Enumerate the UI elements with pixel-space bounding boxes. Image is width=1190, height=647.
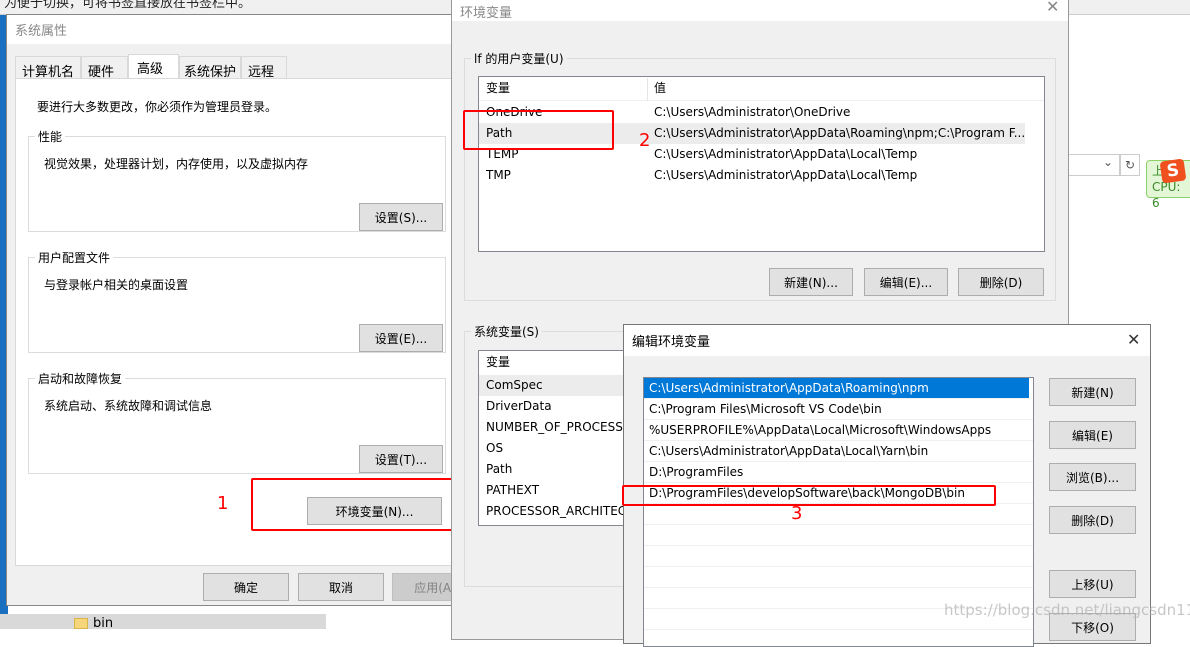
new-button[interactable]: 新建(N) — [1049, 378, 1136, 406]
variable-name: DriverData — [486, 399, 552, 413]
folder-icon — [74, 618, 88, 629]
title-bar: 环境变量 — [452, 0, 1068, 21]
annotation-label-1: 1 — [217, 493, 229, 514]
title-bar: 系统属性 — [7, 15, 455, 44]
variable-value: C:\Users\Administrator\AppData\Local\Tem… — [654, 168, 918, 182]
path-entry-text: C:\Program Files\Microsoft VS Code\bin — [649, 402, 882, 416]
cpu-label: CPU: 6 — [1152, 180, 1181, 210]
performance-settings-button[interactable]: 设置(S)... — [359, 203, 443, 231]
path-entry[interactable]: C:\Users\Administrator\AppData\Local\Yar… — [644, 441, 1033, 462]
edit-button[interactable]: 编辑(E) — [1049, 421, 1136, 449]
path-entry-text: C:\Users\Administrator\AppData\Roaming\n… — [649, 381, 929, 395]
path-entry[interactable] — [644, 567, 1033, 588]
user-new-button[interactable]: 新建(N)... — [769, 268, 853, 296]
close-icon[interactable]: ✕ — [1127, 330, 1140, 349]
title-bar: 编辑环境变量 — [624, 325, 1150, 356]
tab-computer-name[interactable]: 计算机名 — [15, 56, 82, 80]
variable-name: ComSpec — [486, 378, 543, 392]
variable-name: PATHEXT — [486, 483, 540, 497]
browse-button[interactable]: 浏览(B)... — [1049, 463, 1136, 491]
table-row[interactable]: TMP C:\Users\Administrator\AppData\Local\… — [479, 165, 1044, 186]
group-label: 系统变量(S) — [471, 323, 542, 340]
group-label: lf 的用户变量(U) — [471, 50, 567, 67]
column-header-variable[interactable]: 变量 — [486, 352, 510, 373]
path-entry[interactable]: D:\ProgramFiles — [644, 462, 1033, 483]
variable-name: OS — [486, 441, 504, 455]
annotation-box-1 — [251, 478, 456, 531]
edit-environment-variable-dialog: 编辑环境变量 ✕ C:\Users\Administrator\AppData\… — [623, 324, 1151, 647]
group-label: 用户配置文件 — [35, 249, 114, 266]
sogou-icon: S — [1159, 158, 1187, 184]
dialog-title: 环境变量 — [460, 5, 513, 21]
variable-value: C:\Users\Administrator\AppData\Local\Tem… — [654, 147, 918, 161]
dialog-title: 系统属性 — [15, 24, 68, 39]
path-entry[interactable]: %USERPROFILE%\AppData\Local\Microsoft\Wi… — [644, 420, 1033, 441]
group-desc: 与登录帐户相关的桌面设置 — [44, 278, 189, 292]
user-profiles-settings-button[interactable]: 设置(E)... — [359, 324, 443, 352]
tab-remote[interactable]: 远程 — [241, 56, 288, 80]
tab-bar: 计算机名 硬件 高级 系统保护 远程 — [15, 54, 288, 80]
user-delete-button[interactable]: 删除(D) — [958, 268, 1044, 296]
path-entry[interactable]: C:\Program Files\Microsoft VS Code\bin — [644, 399, 1033, 420]
performance-group: 性能 视觉效果，处理器计划，内存使用，以及虚拟内存 设置(S)... — [28, 128, 446, 232]
cancel-button[interactable]: 取消 — [298, 573, 384, 601]
group-label: 性能 — [35, 128, 66, 145]
admin-note: 要进行大多数更改，你必须作为管理员登录。 — [37, 100, 278, 114]
variable-name: Path — [486, 462, 513, 476]
refresh-icon[interactable]: ↻ — [1120, 154, 1140, 176]
variable-value: C:\Users\Administrator\AppData\Roaming\n… — [654, 126, 1026, 140]
path-entry-text: %USERPROFILE%\AppData\Local\Microsoft\Wi… — [649, 423, 992, 437]
startup-settings-button[interactable]: 设置(T)... — [359, 445, 443, 473]
group-label: 启动和故障恢复 — [35, 370, 126, 387]
move-up-button[interactable]: 上移(U) — [1049, 570, 1136, 598]
path-entry[interactable] — [644, 525, 1033, 546]
annotation-box-3 — [622, 485, 996, 506]
path-entry[interactable] — [644, 504, 1033, 525]
dialog-title: 编辑环境变量 — [632, 335, 711, 350]
column-header-value[interactable]: 值 — [654, 78, 666, 99]
group-desc: 视觉效果，处理器计划，内存使用，以及虚拟内存 — [44, 157, 309, 171]
user-variables-list[interactable]: 变量 值 OneDrive C:\Users\Administrator\OneD… — [478, 76, 1045, 252]
tab-system-protection[interactable]: 系统保护 — [179, 56, 242, 80]
explorer-row[interactable] — [0, 614, 326, 629]
user-profiles-group: 用户配置文件 与登录帐户相关的桌面设置 设置(E)... — [28, 249, 446, 353]
user-edit-button[interactable]: 编辑(E)... — [864, 268, 948, 296]
path-entry[interactable] — [644, 546, 1033, 567]
variable-name: TMP — [486, 168, 511, 182]
annotation-label-3: 3 — [791, 503, 803, 524]
variable-value: C:\Users\Administrator\OneDrive — [654, 105, 851, 119]
startup-recovery-group: 启动和故障恢复 系统启动、系统故障和调试信息 设置(T)... — [28, 370, 446, 474]
path-entry-text: C:\Users\Administrator\AppData\Local\Yar… — [649, 444, 929, 458]
delete-button[interactable]: 删除(D) — [1049, 506, 1136, 534]
path-entry-text: D:\ProgramFiles — [649, 465, 744, 479]
watermark: https://blog.csdn.net/liangcsdn111 — [944, 601, 1190, 619]
close-icon[interactable]: ✕ — [1046, 0, 1059, 16]
tab-advanced[interactable]: 高级 — [128, 54, 180, 80]
address-dropdown[interactable]: ⌄ — [1068, 154, 1120, 176]
group-desc: 系统启动、系统故障和调试信息 — [44, 399, 213, 413]
column-header-variable[interactable]: 变量 — [486, 78, 510, 99]
column-divider — [647, 78, 648, 101]
annotation-label-2: 2 — [639, 130, 651, 151]
background-top-text: 为便于切换，可将书签直接放在书签栏中。 — [4, 0, 252, 11]
annotation-box-2 — [463, 110, 614, 150]
ok-button[interactable]: 确定 — [203, 573, 289, 601]
tab-hardware[interactable]: 硬件 — [81, 56, 129, 80]
list-header: 变量 值 — [479, 78, 1044, 101]
path-entry[interactable]: C:\Users\Administrator\AppData\Roaming\n… — [644, 378, 1029, 399]
